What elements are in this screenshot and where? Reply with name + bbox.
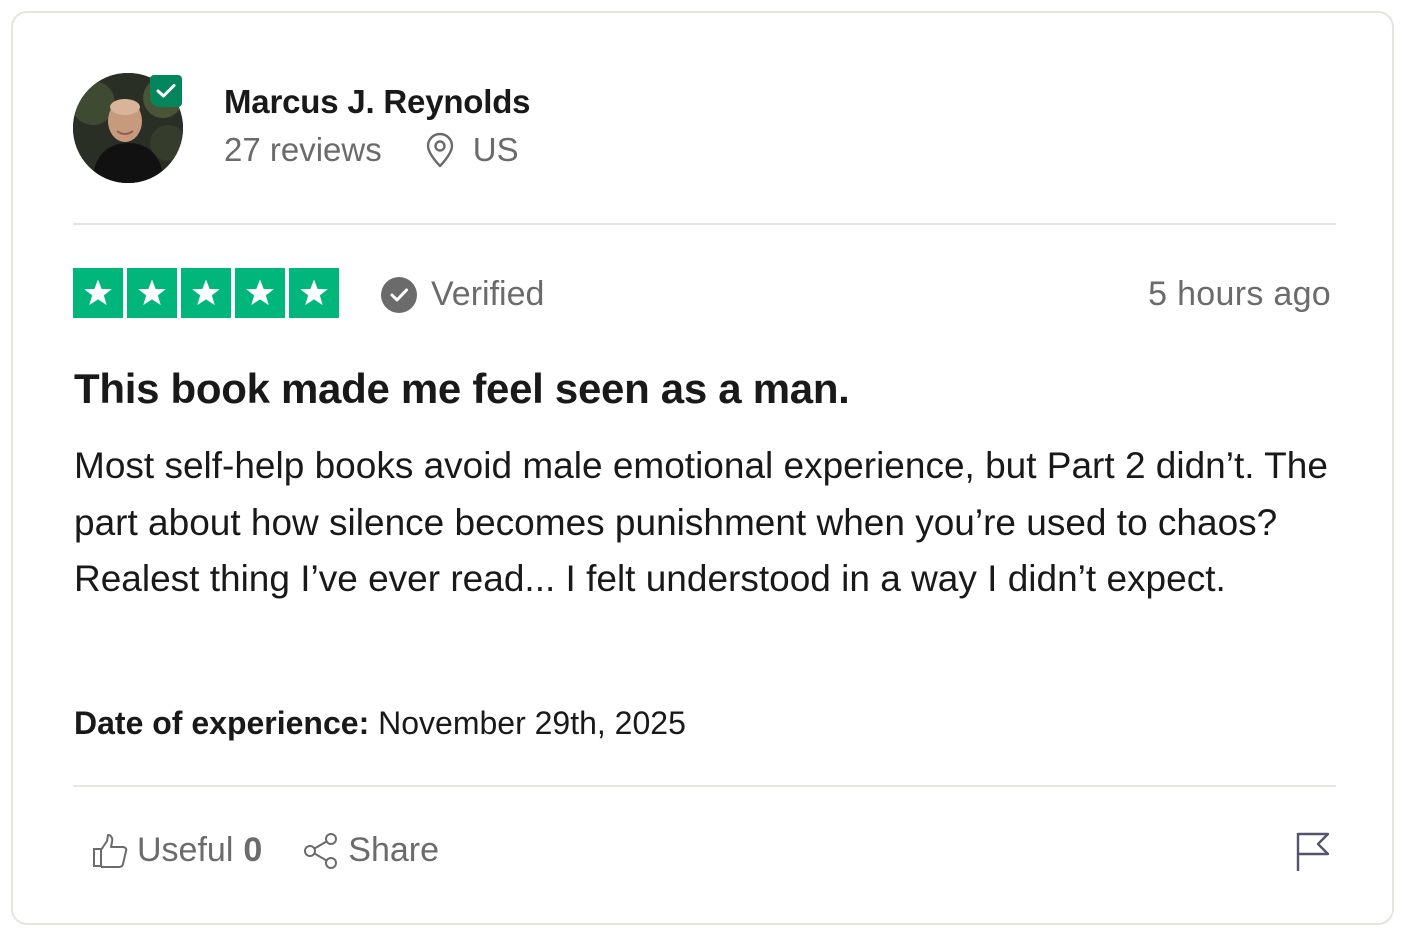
- divider: [73, 223, 1336, 225]
- flag-icon[interactable]: [1294, 831, 1332, 873]
- star-icon: [181, 268, 231, 318]
- verified-text: Verified: [431, 275, 545, 313]
- useful-button[interactable]: Useful 0: [91, 831, 262, 870]
- share-label: Share: [348, 831, 440, 869]
- useful-count: 0: [243, 831, 263, 869]
- review-body: Most self-help books avoid male emotiona…: [74, 445, 1328, 599]
- date-of-experience: Date of experience: November 29th, 2025: [74, 705, 686, 742]
- share-icon: [304, 832, 338, 869]
- review-title[interactable]: This book made me feel seen as a man.: [74, 365, 850, 413]
- star-icon: [127, 268, 177, 318]
- experience-date: November 29th, 2025: [378, 705, 686, 741]
- star-icon: [235, 268, 285, 318]
- review-actions: Useful 0 Share: [91, 831, 439, 870]
- check-icon: [156, 84, 176, 98]
- review-timestamp: 5 hours ago: [1148, 275, 1331, 313]
- experience-label: Date of experience:: [74, 705, 370, 741]
- verified-user-badge: [150, 75, 182, 107]
- share-button[interactable]: Share: [302, 831, 439, 870]
- reviewer-name[interactable]: Marcus J. Reynolds: [224, 83, 531, 121]
- verified-label[interactable]: Verified: [381, 275, 544, 314]
- star-icon: [289, 268, 339, 318]
- reviewer-meta: 27 reviews US: [224, 131, 519, 169]
- review-card: Marcus J. Reynolds 27 reviews US Verifie…: [11, 11, 1394, 925]
- useful-label: Useful: [137, 831, 234, 869]
- review-count[interactable]: 27 reviews: [224, 131, 382, 169]
- location-pin-icon: [426, 132, 453, 168]
- thumbs-up-icon: [93, 833, 128, 868]
- reviewer-location: US: [472, 131, 519, 168]
- star-icon: [73, 268, 123, 318]
- divider: [73, 785, 1336, 787]
- verified-check-icon: [381, 276, 417, 313]
- star-rating: [73, 268, 339, 318]
